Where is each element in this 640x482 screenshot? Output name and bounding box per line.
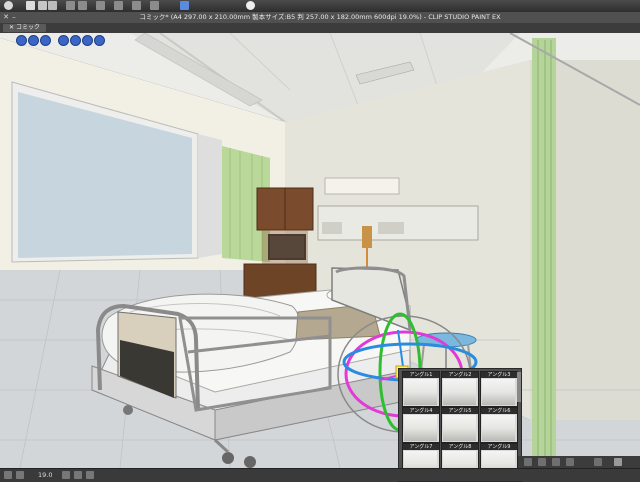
lock-icon[interactable] bbox=[538, 458, 546, 466]
undo-icon[interactable] bbox=[66, 1, 75, 10]
navigator-icon[interactable] bbox=[4, 471, 12, 479]
camera-pan-icon[interactable] bbox=[28, 35, 39, 46]
object-tool-strip bbox=[518, 456, 640, 468]
angle-label: アングル9 bbox=[481, 444, 517, 450]
window-title: コミック* (A4 297.00 x 210.00mm 製本サイズ:B5 判 2… bbox=[139, 13, 501, 21]
title-bar: ✕ – コミック* (A4 297.00 x 210.00mm 製本サイズ:B5… bbox=[0, 12, 640, 23]
rotate-view-icon[interactable] bbox=[86, 471, 94, 479]
camera-rotate-icon[interactable] bbox=[16, 35, 27, 46]
camera-dolly-icon[interactable] bbox=[40, 35, 51, 46]
perspective-icon[interactable] bbox=[94, 35, 105, 46]
zoom-level[interactable]: 19.0 bbox=[38, 471, 52, 479]
angle-thumbnail bbox=[404, 415, 437, 441]
rotate-icon[interactable] bbox=[566, 458, 574, 466]
angle-label: アングル6 bbox=[481, 408, 517, 414]
angle-label: アングル5 bbox=[442, 408, 478, 414]
object-move-icon[interactable] bbox=[58, 35, 69, 46]
hospital-room-scene bbox=[0, 33, 640, 468]
zoom-out-icon[interactable] bbox=[16, 471, 24, 479]
settings-icon[interactable] bbox=[594, 458, 602, 466]
new-icon[interactable] bbox=[26, 1, 35, 10]
angle-preset[interactable]: アングル5 bbox=[441, 407, 479, 443]
angle-label: アングル1 bbox=[403, 372, 439, 378]
angle-preset[interactable]: アングル1 bbox=[402, 371, 440, 407]
angle-label: アングル4 bbox=[403, 408, 439, 414]
status-bar: 19.0 bbox=[0, 468, 640, 481]
angle-label: アングル3 bbox=[481, 372, 517, 378]
reset-icon[interactable] bbox=[524, 458, 532, 466]
pen-icon[interactable] bbox=[180, 1, 189, 10]
redo-icon[interactable] bbox=[78, 1, 87, 10]
angle-thumbnail bbox=[443, 379, 476, 405]
angle-thumbnail bbox=[443, 415, 476, 441]
fill-icon[interactable] bbox=[150, 1, 159, 10]
zoom-in-icon[interactable] bbox=[62, 471, 70, 479]
ground-icon[interactable] bbox=[552, 458, 560, 466]
help-icon[interactable] bbox=[246, 1, 255, 10]
angle-label: アングル2 bbox=[442, 372, 478, 378]
clear-icon[interactable] bbox=[132, 1, 141, 10]
angle-preset[interactable]: アングル6 bbox=[480, 407, 518, 443]
transform-icon[interactable] bbox=[96, 1, 105, 10]
angle-panel-scrollbar[interactable] bbox=[517, 372, 521, 402]
angle-preset[interactable]: アングル3 bbox=[480, 371, 518, 407]
open-icon[interactable] bbox=[38, 1, 47, 10]
object-scale-icon[interactable] bbox=[82, 35, 93, 46]
save-icon[interactable] bbox=[48, 1, 57, 10]
angle-thumbnail bbox=[482, 379, 515, 405]
fit-icon[interactable] bbox=[74, 471, 82, 479]
angle-thumbnail bbox=[482, 415, 515, 441]
select-icon[interactable] bbox=[114, 1, 123, 10]
canvas-viewport[interactable] bbox=[0, 33, 640, 468]
tab-label: コミック bbox=[15, 24, 40, 31]
angle-preset[interactable]: アングル2 bbox=[441, 371, 479, 407]
tab-comic[interactable]: ✕ コミック bbox=[3, 24, 46, 32]
eye-icon[interactable] bbox=[4, 1, 13, 10]
angle-label: アングル7 bbox=[403, 444, 439, 450]
angle-thumbnail bbox=[404, 379, 437, 405]
camera-angle-panel: アングル1 アングル2 アングル3 アングル4 アングル5 アングル6 アングル… bbox=[398, 368, 522, 482]
angle-label: アングル8 bbox=[442, 444, 478, 450]
tab-bar: ✕ コミック bbox=[0, 23, 640, 33]
angle-preset[interactable]: アングル4 bbox=[402, 407, 440, 443]
wrench-icon[interactable] bbox=[614, 458, 622, 466]
object-rotate-icon[interactable] bbox=[70, 35, 81, 46]
close-icon[interactable]: ✕ bbox=[9, 24, 16, 31]
